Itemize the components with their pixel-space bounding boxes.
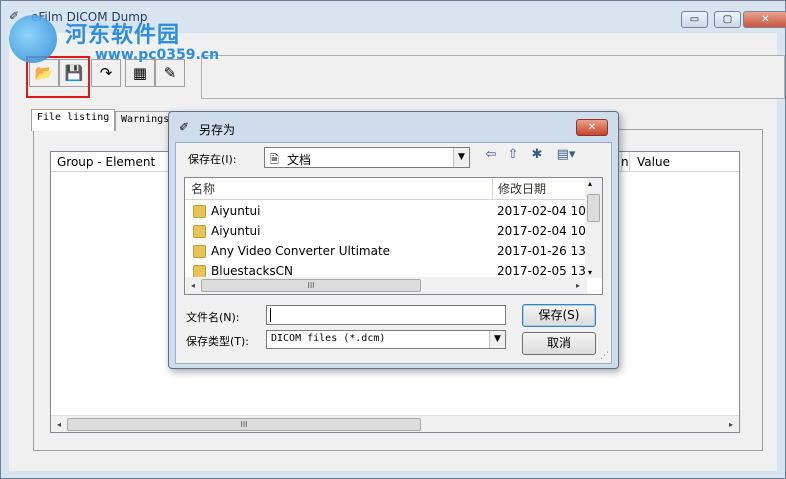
file-name: Aiyuntui	[211, 224, 261, 238]
column-header-modified-date[interactable]: 修改日期	[492, 178, 546, 200]
filetype-select[interactable]: DICOM files (*.dcm) ▼	[266, 330, 506, 349]
scroll-right-icon[interactable]: ▸	[571, 279, 585, 292]
file-date: 2017-02-05 13:3	[497, 264, 598, 278]
file-name: BluestacksCN	[211, 264, 294, 278]
scroll-down-icon[interactable]: ▾	[588, 268, 592, 277]
folder-icon	[193, 245, 206, 258]
grid-scroll-thumb[interactable]: III	[67, 418, 421, 431]
save-button[interactable]: 保存(S)	[522, 304, 596, 327]
dialog-close-button[interactable]: ✕	[576, 119, 608, 136]
file-date: 2017-02-04 10:2	[497, 224, 598, 238]
save-as-dialog: ✐ 另存为 ✕ 保存在(I): 🗎 文档 ▼ ⇦ ⇧ ✱ ▤▾ ^ 名称 修改日…	[168, 111, 619, 369]
column-header-name[interactable]: 名称	[185, 178, 215, 200]
filetype-value: DICOM files (*.dcm)	[271, 333, 386, 344]
back-arrow-icon[interactable]: ⇦	[482, 146, 500, 164]
list-item[interactable]: Any Video Converter Ultimate 2017-01-26 …	[185, 242, 598, 262]
watermark-url: www.pc0359.cn	[95, 47, 220, 63]
tab-file-listing[interactable]: File listing	[31, 109, 116, 131]
resize-grip-icon[interactable]: ⋰	[600, 351, 609, 361]
file-name: Aiyuntui	[211, 204, 261, 218]
tab-warnings[interactable]: Warnings	[115, 111, 176, 131]
maximize-button[interactable]: ▢	[714, 11, 741, 28]
file-date: 2017-01-26 13:2	[497, 244, 598, 258]
folder-icon	[193, 205, 206, 218]
document-icon: 🗎	[270, 153, 279, 166]
save-in-label: 保存在(I):	[188, 153, 237, 166]
file-name: Any Video Converter Ultimate	[211, 244, 391, 258]
filetype-label: 保存类型(T):	[186, 335, 250, 348]
chevron-down-icon[interactable]: ▼	[489, 331, 505, 348]
view-menu-icon[interactable]: ▤▾	[552, 146, 580, 164]
chevron-down-icon[interactable]: ▼	[453, 148, 469, 167]
filename-input[interactable]	[266, 305, 506, 325]
dialog-body: 保存在(I): 🗎 文档 ▼ ⇦ ⇧ ✱ ▤▾ ^ 名称 修改日期 Aiyunt…	[175, 142, 612, 364]
close-button[interactable]: ✕	[743, 11, 786, 28]
file-list-vscroll-thumb[interactable]	[587, 194, 600, 222]
scroll-up-icon[interactable]: ▴	[588, 179, 592, 188]
list-item[interactable]: Aiyuntui 2017-02-04 10:2	[185, 222, 598, 242]
minimize-button[interactable]: ▭	[681, 11, 708, 28]
dialog-app-icon: ✐	[179, 120, 190, 134]
file-list-horizontal-scrollbar[interactable]: ◂ III ▸	[185, 277, 587, 294]
scroll-left-icon[interactable]: ◂	[186, 279, 200, 292]
save-in-value: 文档	[287, 153, 312, 167]
file-list[interactable]: ^ 名称 修改日期 Aiyuntui 2017-02-04 10:2 Aiyun…	[184, 177, 603, 295]
save-in-combo[interactable]: 🗎 文档 ▼	[264, 147, 470, 168]
list-item[interactable]: Aiyuntui 2017-02-04 10:2	[185, 202, 598, 222]
column-header-value[interactable]: Value	[631, 152, 670, 172]
file-list-hscroll-thumb[interactable]: III	[201, 279, 421, 292]
folder-icon	[193, 225, 206, 238]
sort-ascending-icon: ^	[332, 177, 340, 184]
file-list-header: ^ 名称 修改日期	[185, 178, 587, 200]
file-list-vertical-scrollbar[interactable]: ▴ ▾	[585, 178, 602, 278]
grid-horizontal-scrollbar[interactable]: ◂ III ▸	[51, 415, 739, 432]
scroll-right-icon[interactable]: ▸	[724, 418, 738, 431]
watermark: 河东软件园 www.pc0359.cn	[9, 11, 219, 67]
up-folder-icon[interactable]: ⇧	[504, 146, 522, 164]
new-folder-icon[interactable]: ✱	[528, 146, 546, 164]
watermark-logo	[9, 15, 57, 63]
file-date: 2017-02-04 10:2	[497, 204, 598, 218]
text-caret	[270, 308, 271, 322]
dialog-title: 另存为	[199, 123, 236, 137]
column-header-group-element[interactable]: Group - Element	[51, 152, 155, 172]
cancel-button[interactable]: 取消	[522, 332, 596, 355]
column-separator	[629, 152, 630, 172]
watermark-title: 河东软件园	[65, 23, 181, 48]
scroll-left-icon[interactable]: ◂	[52, 418, 66, 431]
info-box	[201, 55, 785, 99]
filename-label: 文件名(N):	[186, 311, 240, 324]
